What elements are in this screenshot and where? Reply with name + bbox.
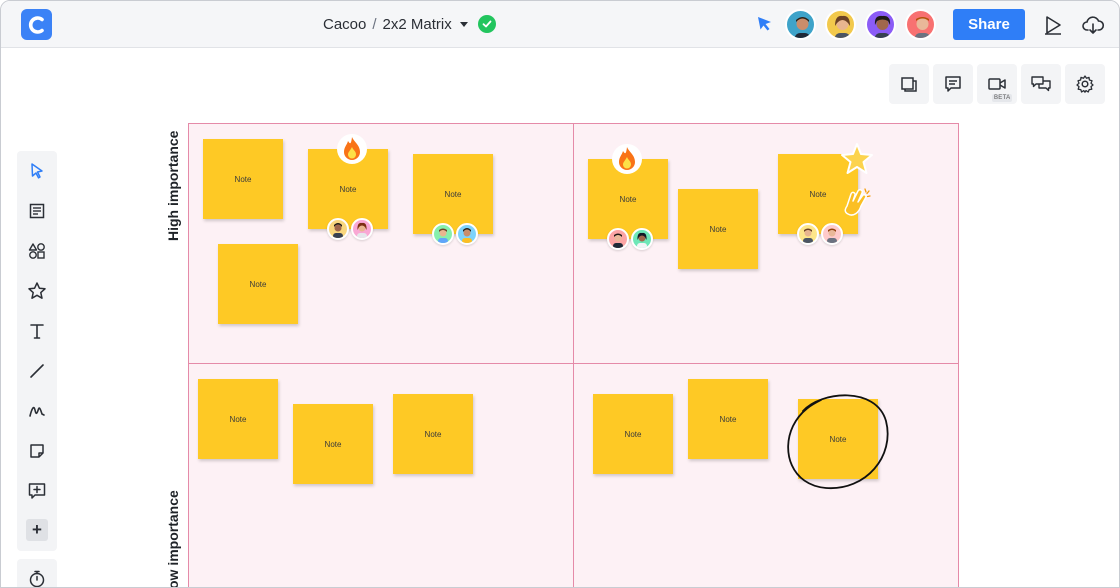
sticky-note-icon [30,444,44,458]
add-comment-tool[interactable] [17,471,57,511]
note-text: Note [809,189,827,199]
pages-button[interactable] [889,64,929,104]
note-text: Note [229,414,247,424]
breadcrumb: Cacoo / 2x2 Matrix [323,14,496,34]
voter-avatar[interactable] [797,223,819,245]
breadcrumb-root[interactable]: Cacoo [323,16,366,33]
note-text: Note [709,224,727,234]
stamp-tool[interactable] [17,271,57,311]
text-icon [30,324,44,339]
freehand-circle-drawing[interactable] [781,386,896,496]
sticky-note[interactable]: Note [593,394,673,474]
document-title[interactable]: 2x2 Matrix [383,16,452,33]
voter-avatar[interactable] [607,228,629,250]
timer-tool[interactable] [17,559,57,587]
text-block-tool[interactable] [17,191,57,231]
more-tools-button[interactable]: + [26,519,48,541]
voter-avatar[interactable] [631,228,653,250]
select-tool[interactable] [17,151,57,191]
collaborator-avatar[interactable] [905,9,936,40]
note-text: Note [719,414,737,424]
video-icon [988,78,1006,90]
shapes-tool[interactable] [17,231,57,271]
settings-button[interactable] [1065,64,1105,104]
note-text: Note [324,439,342,449]
sticky-note[interactable]: Note [678,189,758,269]
sticky-note[interactable]: Note [198,379,278,459]
chat-icon [1031,76,1051,92]
voter-avatar[interactable] [351,218,373,240]
header-bar: Cacoo / 2x2 Matrix Share [1,1,1119,48]
clap-stamp-icon[interactable] [839,186,873,220]
sticky-note[interactable]: Note [293,404,373,484]
pointer-icon [31,163,43,179]
fire-stamp-icon[interactable] [337,134,367,164]
comment-icon [945,76,961,92]
settings-icon [1076,75,1094,93]
cloud-download-icon[interactable] [1081,13,1105,37]
pages-icon [901,77,917,92]
timer-icon [29,570,45,587]
comment-button[interactable] [933,64,973,104]
saved-check-icon [477,15,496,33]
add-comment-icon [28,483,46,499]
cacoo-logo[interactable] [21,9,52,40]
collaborator-avatar[interactable] [865,9,896,40]
share-button[interactable]: Share [953,9,1025,40]
pen-icon [29,406,45,417]
beta-badge: BETA [992,94,1013,102]
sticky-note[interactable]: Note [393,394,473,474]
sticky-note-tool[interactable] [17,431,57,471]
text-tool[interactable] [17,311,57,351]
cacoo-logo-icon [28,15,44,34]
star-icon [28,282,46,299]
note-text: Note [424,429,442,439]
chevron-down-icon[interactable] [459,21,468,27]
high-importance-label[interactable]: High importance [165,131,181,241]
note-text: Note [339,184,357,194]
note-text: Note [234,174,252,184]
collaborator-avatar[interactable] [825,9,856,40]
star-stamp-icon[interactable] [840,142,874,176]
low-importance-label[interactable]: ow importance [165,490,181,587]
note-text: Note [624,429,642,439]
sticky-note[interactable]: Note [218,244,298,324]
app-window: Cacoo / 2x2 Matrix Share BETA + High imp… [0,0,1120,588]
play-icon[interactable] [1041,13,1065,37]
voter-avatar[interactable] [432,223,454,245]
pen-tool[interactable] [17,391,57,431]
breadcrumb-separator: / [372,15,377,33]
line-icon [30,364,44,378]
cursor-pointer-icon[interactable] [755,14,775,34]
sticky-note[interactable]: Note [688,379,768,459]
sticky-note[interactable]: Note [413,154,493,234]
shapes-icon [28,243,45,259]
chat-button[interactable] [1021,64,1061,104]
line-tool[interactable] [17,351,57,391]
sticky-note[interactable]: Note [203,139,283,219]
note-text: Note [619,194,637,204]
note-text: Note [444,189,462,199]
voter-avatar[interactable] [327,218,349,240]
collaborator-avatar[interactable] [785,9,816,40]
note-text: Note [249,279,267,289]
text-block-icon [29,203,45,219]
fire-stamp-icon[interactable] [612,144,642,174]
voter-avatar[interactable] [821,223,843,245]
voter-avatar[interactable] [456,223,478,245]
